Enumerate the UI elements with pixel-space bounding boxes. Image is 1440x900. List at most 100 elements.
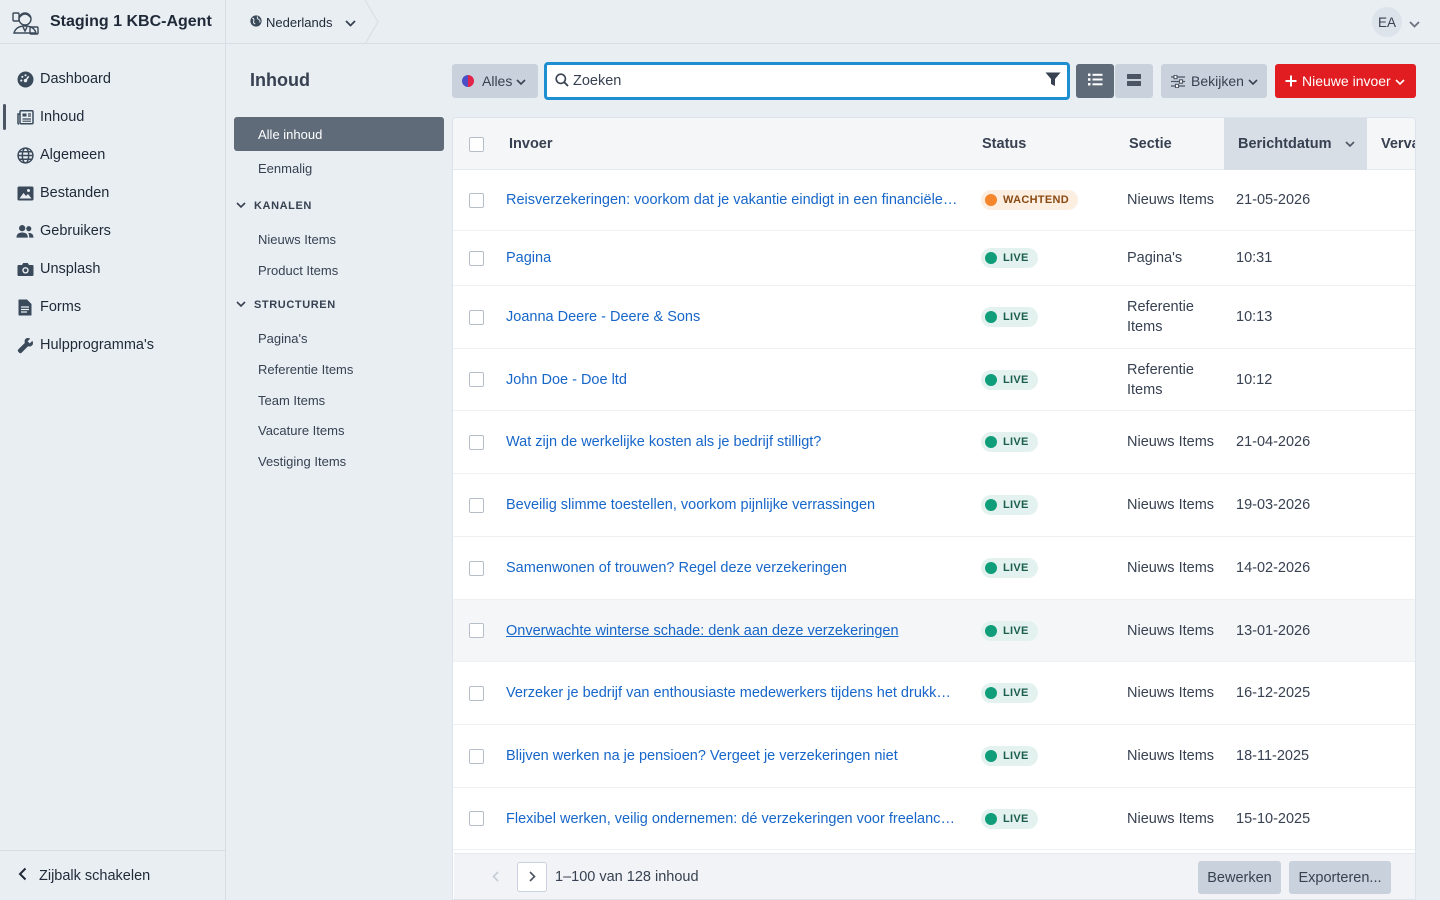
search-icon (555, 72, 569, 90)
site-filter-dropdown[interactable]: Alles (452, 64, 538, 98)
subnav-item-paginas[interactable]: Pagina's (234, 321, 444, 355)
row-checkbox[interactable] (469, 685, 484, 701)
users-icon (16, 222, 34, 240)
table-row[interactable]: Flexibel werken, veilig ondernemen: dé v… (453, 788, 1415, 850)
top-bar: Nederlands EA (226, 0, 1440, 45)
status-dot-icon (985, 311, 997, 323)
list-view-button[interactable] (1076, 64, 1114, 98)
view-options-button[interactable]: Bekijken (1161, 64, 1267, 98)
structure-view-button[interactable] (1115, 64, 1153, 98)
nav-item-unsplash[interactable]: Unsplash (0, 250, 225, 288)
chevron-down-icon (344, 15, 356, 30)
status-label: LIVE (1003, 436, 1029, 448)
entry-title-link[interactable]: Verzeker je bedrijf van enthousiaste med… (506, 685, 958, 701)
entry-title-link[interactable]: Joanna Deere - Deere & Sons (506, 309, 700, 325)
search-input[interactable] (573, 73, 1045, 89)
subnav-item-referentie-items[interactable]: Referentie Items (234, 352, 444, 386)
table-row[interactable]: Samenwonen of trouwen? Regel deze verzek… (453, 537, 1415, 600)
nav-item-hulpprogrammas[interactable]: Hulpprogramma's (0, 326, 225, 364)
entry-title-link[interactable]: Pagina (506, 250, 551, 266)
table-row[interactable]: Blijven werken na je pensioen? Vergeet j… (453, 725, 1415, 788)
row-checkbox[interactable] (469, 250, 484, 266)
row-checkbox[interactable] (469, 434, 484, 450)
row-checkbox[interactable] (469, 560, 484, 576)
entry-title-link[interactable]: Blijven werken na je pensioen? Vergeet j… (506, 748, 898, 764)
nav-item-forms[interactable]: Forms (0, 288, 225, 326)
row-checkbox[interactable] (469, 748, 484, 764)
edit-button[interactable]: Bewerken (1198, 861, 1281, 894)
entry-title-link[interactable]: Samenwonen of trouwen? Regel deze verzek… (506, 560, 847, 576)
row-checkbox[interactable] (469, 309, 484, 325)
sidebar: Staging 1 KBC-Agent Dashboard Inhoud Alg… (0, 0, 226, 900)
row-select-cell (469, 411, 484, 473)
subnav-item-product-items[interactable]: Product Items (234, 253, 444, 287)
status-label: LIVE (1003, 562, 1029, 574)
entry-title-cell: Beveilig slimme toestellen, voorkom pijn… (506, 474, 958, 536)
subnav-heading-kanalen[interactable]: KANALEN (236, 200, 312, 212)
column-header-berichtdatum[interactable]: Berichtdatum (1224, 118, 1367, 170)
entry-title-cell: Onverwachte winterse schade: denk aan de… (506, 600, 958, 661)
table-row[interactable]: Reisverzekeringen: voorkom dat je vakant… (453, 170, 1415, 231)
table-row[interactable]: Onverwachte winterse schade: denk aan de… (453, 600, 1415, 662)
status-badge: LIVE (981, 432, 1038, 452)
column-header-invoer[interactable]: Invoer (509, 118, 553, 170)
section-cell: Nieuws Items (1127, 810, 1215, 827)
nav-item-dashboard[interactable]: Dashboard (0, 60, 225, 98)
nav-item-algemeen[interactable]: Algemeen (0, 136, 225, 174)
select-all-checkbox[interactable] (469, 136, 484, 152)
column-header-status[interactable]: Status (982, 118, 1026, 170)
sliders-icon (1171, 74, 1185, 88)
row-checkbox[interactable] (469, 811, 484, 826)
subnav-item-vestiging-items[interactable]: Vestiging Items (234, 444, 444, 478)
toggle-sidebar-button[interactable]: Zijbalk schakelen (0, 850, 225, 900)
export-button[interactable]: Exporteren... (1289, 861, 1391, 894)
nav-label: Forms (40, 299, 82, 315)
table-row[interactable]: Beveilig slimme toestellen, voorkom pijn… (453, 474, 1415, 537)
subnav-heading-structuren[interactable]: STRUCTUREN (236, 299, 336, 311)
row-select-cell (469, 662, 484, 724)
entry-title-link[interactable]: John Doe - Doe ltd (506, 372, 627, 388)
table-row[interactable]: Verzeker je bedrijf van enthousiaste med… (453, 662, 1415, 725)
column-header-vervaldatum[interactable]: Verva (1381, 118, 1415, 170)
nav-item-gebruikers[interactable]: Gebruikers (0, 212, 225, 250)
row-checkbox[interactable] (469, 192, 484, 208)
row-checkbox[interactable] (469, 372, 484, 387)
table-row[interactable]: John Doe - Doe ltd LIVE Referentie Items 10… (453, 349, 1415, 411)
column-header-sectie[interactable]: Sectie (1129, 118, 1172, 170)
brand[interactable]: Staging 1 KBC-Agent (0, 0, 225, 44)
table-row[interactable]: Wat zijn de werkelijke kosten als je bed… (453, 411, 1415, 474)
subnav-item-team-items[interactable]: Team Items (234, 383, 444, 417)
subnav-heading-label: KANALEN (254, 200, 312, 212)
status-badge: LIVE (981, 808, 1038, 829)
previous-page-button[interactable] (480, 862, 510, 892)
entry-title-link[interactable]: Flexibel werken, veilig ondernemen: dé v… (506, 811, 958, 827)
entry-title-link[interactable]: Reisverzekeringen: voorkom dat je vakant… (506, 192, 958, 208)
row-select-cell (469, 286, 484, 348)
chevron-down-icon[interactable] (1409, 15, 1420, 31)
entry-title-link[interactable]: Onverwachte winterse schade: denk aan de… (506, 623, 899, 639)
status-label: LIVE (1003, 311, 1029, 323)
row-select-cell (469, 474, 484, 536)
nav-item-inhoud[interactable]: Inhoud (0, 98, 225, 136)
language-switcher[interactable]: Nederlands (250, 0, 356, 44)
nav-item-bestanden[interactable]: Bestanden (0, 174, 225, 212)
table-row[interactable]: Pagina LIVE Pagina's 10:31 (453, 231, 1415, 286)
filter-icon[interactable] (1045, 72, 1061, 90)
subnav-item-alle-inhoud[interactable]: Alle inhoud (234, 117, 444, 151)
entry-title-link[interactable]: Wat zijn de werkelijke kosten als je bed… (506, 434, 821, 450)
row-checkbox[interactable] (469, 623, 484, 638)
entry-title-link[interactable]: Beveilig slimme toestellen, voorkom pijn… (506, 497, 875, 513)
table-row[interactable]: Joanna Deere - Deere & Sons LIVE Referenti… (453, 286, 1415, 349)
status-badge: WACHTEND (981, 190, 1078, 210)
subnav-item-nieuws-items[interactable]: Nieuws Items (234, 222, 444, 256)
status-dot-icon (985, 624, 997, 637)
row-checkbox[interactable] (469, 497, 484, 513)
chevron-down-icon (1395, 73, 1405, 89)
new-entry-button[interactable]: Nieuwe invoer (1275, 64, 1416, 98)
user-avatar[interactable]: EA (1372, 7, 1402, 37)
subnav-item-eenmalig[interactable]: Eenmalig (234, 151, 444, 185)
subnav-item-vacature-items[interactable]: Vacature Items (234, 413, 444, 447)
next-page-button[interactable] (517, 862, 547, 892)
row-select-cell (469, 349, 484, 410)
status-cell: LIVE (981, 537, 1038, 599)
